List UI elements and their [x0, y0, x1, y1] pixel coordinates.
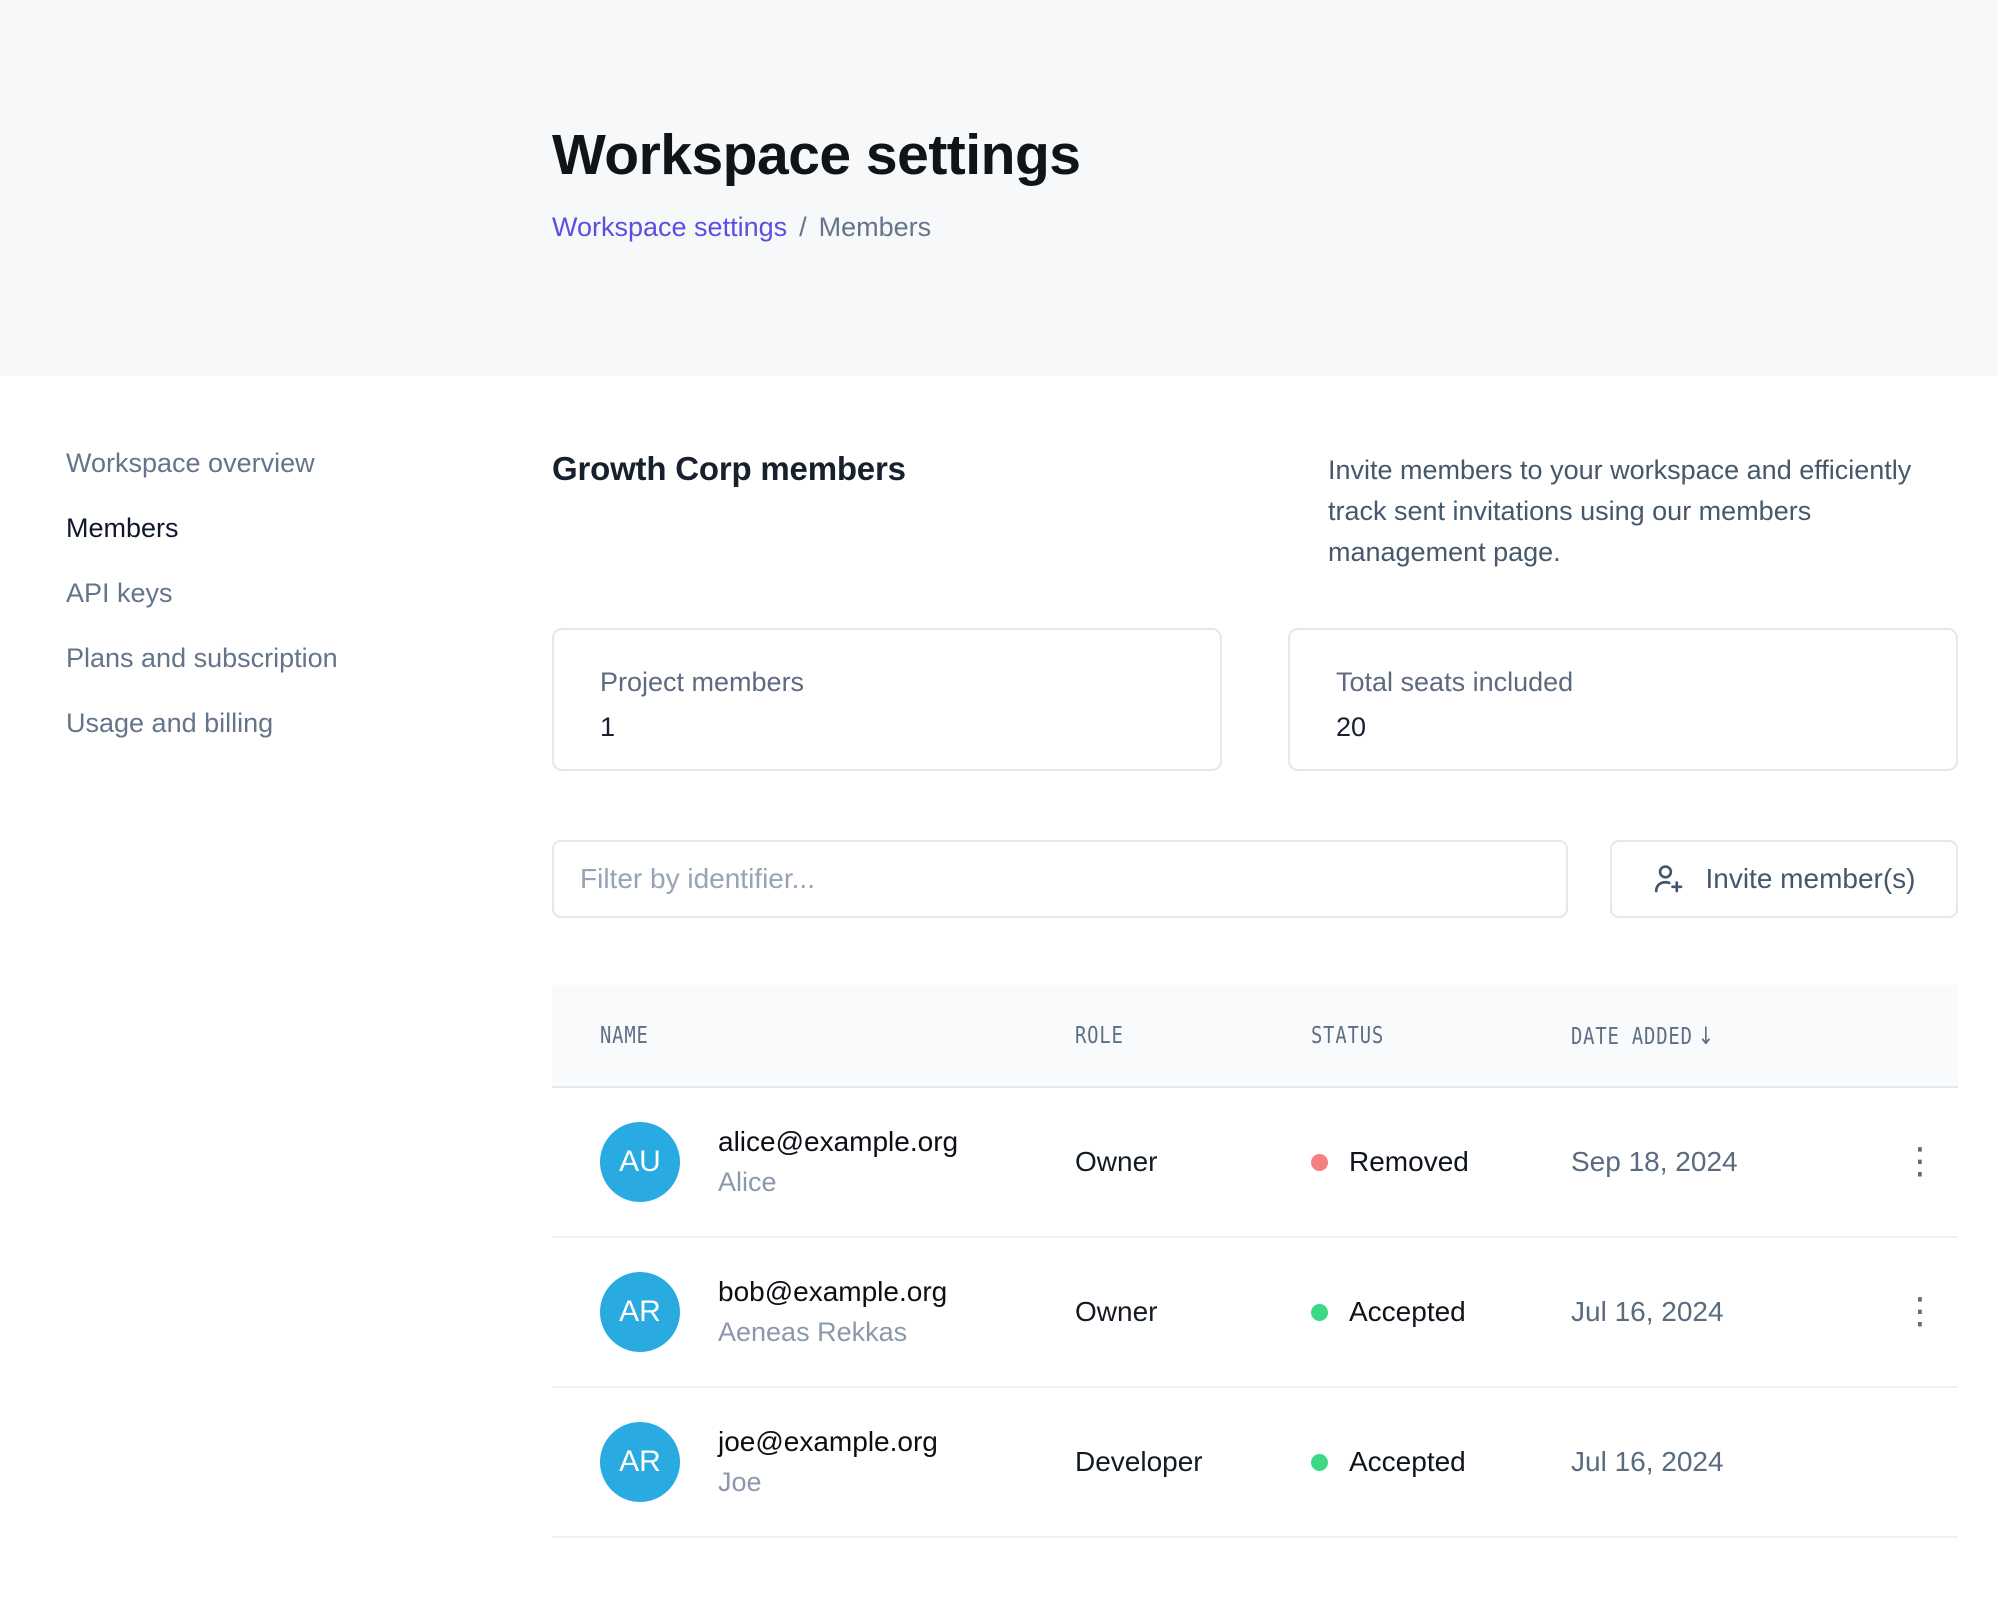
page-header: Workspace settings Workspace settings / … — [0, 0, 1998, 376]
member-date-added: Jul 16, 2024 — [1571, 1296, 1882, 1328]
row-actions: ⋮ — [1882, 1290, 1958, 1334]
settings-sidebar: Workspace overview Members API keys Plan… — [0, 376, 552, 1538]
stat-label: Total seats included — [1336, 667, 1956, 698]
filter-input[interactable] — [552, 840, 1568, 918]
invite-members-label: Invite member(s) — [1705, 863, 1915, 895]
member-name-cell: AR bob@example.org Aeneas Rekkas — [600, 1272, 1075, 1352]
member-date-added: Jul 16, 2024 — [1571, 1446, 1882, 1478]
column-header-status[interactable]: STATUS — [1311, 1023, 1384, 1049]
status-dot-accepted — [1311, 1304, 1328, 1321]
member-status: Accepted — [1311, 1446, 1571, 1478]
sidebar-item-api-keys[interactable]: API keys — [66, 580, 512, 607]
breadcrumb-current: Members — [819, 212, 932, 243]
breadcrumb-separator: / — [799, 212, 807, 243]
content-layout: Workspace overview Members API keys Plan… — [0, 376, 1998, 1538]
member-display-name: Aeneas Rekkas — [718, 1317, 947, 1348]
avatar: AU — [600, 1122, 680, 1202]
member-status: Removed — [1311, 1146, 1571, 1178]
avatar: AR — [600, 1422, 680, 1502]
members-intro: Growth Corp members Invite members to yo… — [552, 450, 1958, 573]
person-plus-icon — [1652, 862, 1686, 896]
members-description: Invite members to your workspace and eff… — [1328, 450, 1958, 573]
column-header-role[interactable]: ROLE — [1075, 1023, 1124, 1049]
sidebar-item-members[interactable]: Members — [66, 515, 512, 542]
member-status: Accepted — [1311, 1296, 1571, 1328]
members-heading: Growth Corp members — [552, 450, 906, 488]
stat-label: Project members — [600, 667, 1220, 698]
member-email: alice@example.org — [718, 1126, 958, 1158]
member-identity: alice@example.org Alice — [718, 1126, 958, 1198]
status-label: Accepted — [1349, 1446, 1466, 1478]
member-role: Owner — [1075, 1296, 1311, 1328]
column-header-name[interactable]: NAME — [600, 1023, 649, 1049]
stat-card-total-seats: Total seats included 20 — [1288, 628, 1958, 771]
filter-row: Invite member(s) — [552, 840, 1958, 918]
member-email: joe@example.org — [718, 1426, 938, 1458]
breadcrumb: Workspace settings / Members — [552, 212, 1958, 243]
sort-desc-icon: ↓ — [1698, 1022, 1715, 1050]
breadcrumb-link-workspace-settings[interactable]: Workspace settings — [552, 212, 787, 243]
status-dot-removed — [1311, 1154, 1328, 1171]
member-role: Owner — [1075, 1146, 1311, 1178]
avatar: AR — [600, 1272, 680, 1352]
members-table: NAME ROLE STATUS DATE ADDED↓ AU alice@ex… — [552, 985, 1958, 1538]
row-actions: ⋮ — [1882, 1140, 1958, 1184]
kebab-menu-icon[interactable]: ⋮ — [1892, 1290, 1948, 1334]
member-role: Developer — [1075, 1446, 1311, 1478]
column-header-date-added[interactable]: DATE ADDED↓ — [1571, 1022, 1715, 1050]
member-email: bob@example.org — [718, 1276, 947, 1308]
member-display-name: Joe — [718, 1467, 938, 1498]
status-dot-accepted — [1311, 1454, 1328, 1471]
sidebar-item-plans-subscription[interactable]: Plans and subscription — [66, 645, 512, 672]
table-row: AU alice@example.org Alice Owner Removed… — [552, 1088, 1958, 1238]
members-main: Growth Corp members Invite members to yo… — [552, 376, 1958, 1538]
sidebar-item-usage-billing[interactable]: Usage and billing — [66, 710, 512, 737]
table-row: AR joe@example.org Joe Developer Accepte… — [552, 1388, 1958, 1538]
member-identity: bob@example.org Aeneas Rekkas — [718, 1276, 947, 1348]
member-name-cell: AR joe@example.org Joe — [600, 1422, 1075, 1502]
member-name-cell: AU alice@example.org Alice — [600, 1122, 1075, 1202]
page-title: Workspace settings — [552, 122, 1958, 188]
status-label: Accepted — [1349, 1296, 1466, 1328]
status-label: Removed — [1349, 1146, 1469, 1178]
kebab-menu-icon[interactable]: ⋮ — [1892, 1140, 1948, 1184]
table-row: AR bob@example.org Aeneas Rekkas Owner A… — [552, 1238, 1958, 1388]
member-date-added: Sep 18, 2024 — [1571, 1146, 1882, 1178]
stat-value: 20 — [1336, 712, 1956, 743]
stat-value: 1 — [600, 712, 1220, 743]
stat-card-project-members: Project members 1 — [552, 628, 1222, 771]
member-identity: joe@example.org Joe — [718, 1426, 938, 1498]
member-display-name: Alice — [718, 1167, 958, 1198]
invite-members-button[interactable]: Invite member(s) — [1610, 840, 1958, 918]
stats-row: Project members 1 Total seats included 2… — [552, 628, 1958, 771]
sidebar-item-workspace-overview[interactable]: Workspace overview — [66, 450, 512, 477]
table-header-row: NAME ROLE STATUS DATE ADDED↓ — [552, 985, 1958, 1088]
